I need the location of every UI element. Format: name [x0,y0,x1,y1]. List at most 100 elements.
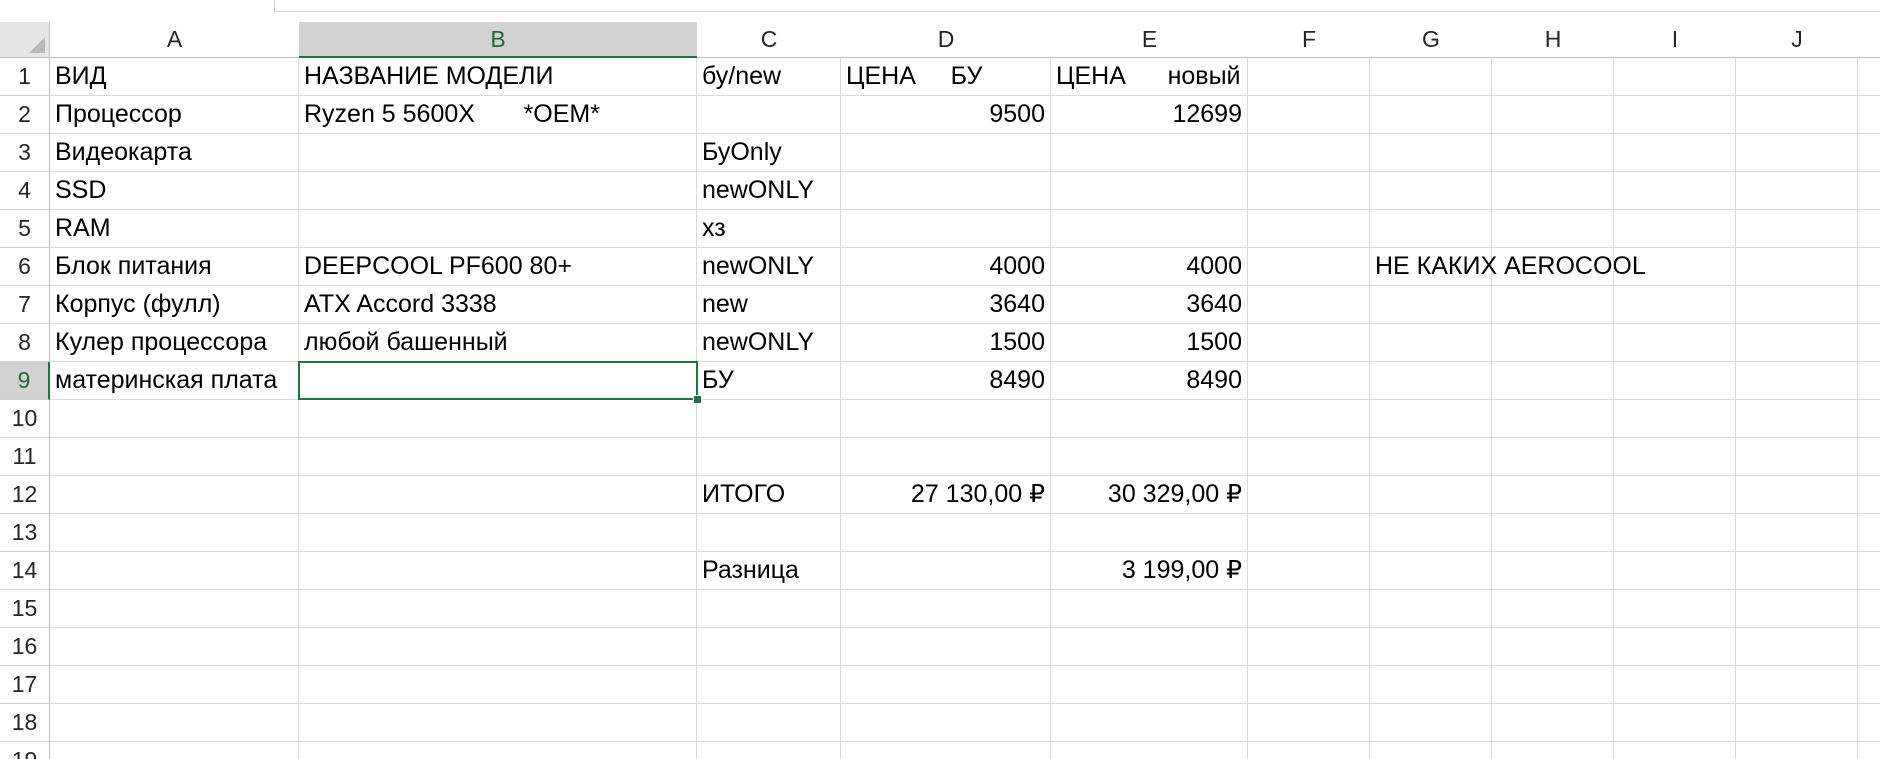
cell-j9[interactable] [1736,362,1858,400]
cell-i10[interactable] [1614,400,1736,438]
cell-h11[interactable] [1492,438,1614,476]
cell-c1[interactable]: бу/new [697,58,841,96]
row-header-2[interactable]: 2 [0,96,50,134]
cell-c17[interactable] [697,666,841,704]
cell-a7[interactable]: Корпус (фулл) [50,286,299,324]
cell-a3[interactable]: Видеокарта [50,134,299,172]
cell-g6[interactable]: НЕ КАКИХ AEROCOOL [1370,248,1646,286]
cell-c3[interactable]: БуOnly [697,134,841,172]
cell-f5[interactable] [1248,210,1370,248]
cell-a4[interactable]: SSD [50,172,299,210]
cell-i2[interactable] [1614,96,1736,134]
cell-j19[interactable] [1736,742,1858,759]
cell-h13[interactable] [1492,514,1614,552]
cell-c2[interactable] [697,96,841,134]
cell-d16[interactable] [841,628,1051,666]
cell-h5[interactable] [1492,210,1614,248]
cell-i16[interactable] [1614,628,1736,666]
cell-d6[interactable]: 4000 [841,248,1051,286]
cell-b3[interactable] [299,134,697,172]
cell-h15[interactable] [1492,590,1614,628]
cell-j10[interactable] [1736,400,1858,438]
cell-f2[interactable] [1248,96,1370,134]
cell-g19[interactable] [1370,742,1492,759]
cell-e4[interactable] [1051,172,1248,210]
cell-a18[interactable] [50,704,299,742]
cell-c18[interactable] [697,704,841,742]
cell-f6[interactable] [1248,248,1370,286]
cell-e15[interactable] [1051,590,1248,628]
cell-i19[interactable] [1614,742,1736,759]
cell-e12[interactable]: 30 329,00 ₽ [1051,476,1248,514]
cell-f9[interactable] [1248,362,1370,400]
cell-f14[interactable] [1248,552,1370,590]
cell-g13[interactable] [1370,514,1492,552]
cell-b9[interactable] [299,362,697,400]
cell-b11[interactable] [299,438,697,476]
cell-h6[interactable] [1492,248,1614,286]
cell-e16[interactable] [1051,628,1248,666]
cell-b5[interactable] [299,210,697,248]
cell-a19[interactable] [50,742,299,759]
cell-e8[interactable]: 1500 [1051,324,1248,362]
cell-j18[interactable] [1736,704,1858,742]
cell-d13[interactable] [841,514,1051,552]
cell-a12[interactable] [50,476,299,514]
row-header-3[interactable]: 3 [0,134,50,172]
cell-b14[interactable] [299,552,697,590]
cell-b4[interactable] [299,172,697,210]
cell-f15[interactable] [1248,590,1370,628]
cell-f18[interactable] [1248,704,1370,742]
cell-i7[interactable] [1614,286,1736,324]
cell-a2[interactable]: Процессор [50,96,299,134]
row-header-19[interactable]: 19 [0,742,50,759]
cell-i14[interactable] [1614,552,1736,590]
cell-j3[interactable] [1736,134,1858,172]
cell-e2[interactable]: 12699 [1051,96,1248,134]
cell-h18[interactable] [1492,704,1614,742]
cell-g4[interactable] [1370,172,1492,210]
cell-h19[interactable] [1492,742,1614,759]
cell-j15[interactable] [1736,590,1858,628]
cell-c7[interactable]: new [697,286,841,324]
cell-i13[interactable] [1614,514,1736,552]
cell-e6[interactable]: 4000 [1051,248,1248,286]
column-header-d[interactable]: D [841,22,1052,58]
row-header-7[interactable]: 7 [0,286,50,324]
cell-j13[interactable] [1736,514,1858,552]
row-header-18[interactable]: 18 [0,704,50,742]
cell-c10[interactable] [697,400,841,438]
cell-b18[interactable] [299,704,697,742]
cell-g12[interactable] [1370,476,1492,514]
column-header-c[interactable]: C [697,22,842,58]
cell-i6[interactable] [1614,248,1736,286]
cell-j6[interactable] [1736,248,1858,286]
cell-d7[interactable]: 3640 [841,286,1051,324]
cell-g17[interactable] [1370,666,1492,704]
cell-j2[interactable] [1736,96,1858,134]
row-header-5[interactable]: 5 [0,210,50,248]
row-header-1[interactable]: 1 [0,58,50,96]
cell-a13[interactable] [50,514,299,552]
cell-d14[interactable] [841,552,1051,590]
cell-g11[interactable] [1370,438,1492,476]
cell-g3[interactable] [1370,134,1492,172]
column-header-h[interactable]: H [1492,22,1615,58]
cell-d4[interactable] [841,172,1051,210]
cell-a16[interactable] [50,628,299,666]
cell-c19[interactable] [697,742,841,759]
cell-f4[interactable] [1248,172,1370,210]
cell-g7[interactable] [1370,286,1492,324]
cell-i11[interactable] [1614,438,1736,476]
cell-h2[interactable] [1492,96,1614,134]
select-all-button[interactable] [0,22,50,58]
column-header-j[interactable]: J [1736,22,1859,58]
row-header-11[interactable]: 11 [0,438,50,476]
cell-d10[interactable] [841,400,1051,438]
cell-b7[interactable]: ATX Accord 3338 [299,286,697,324]
cell-g5[interactable] [1370,210,1492,248]
cell-h10[interactable] [1492,400,1614,438]
row-header-6[interactable]: 6 [0,248,50,286]
row-header-8[interactable]: 8 [0,324,50,362]
cell-f16[interactable] [1248,628,1370,666]
